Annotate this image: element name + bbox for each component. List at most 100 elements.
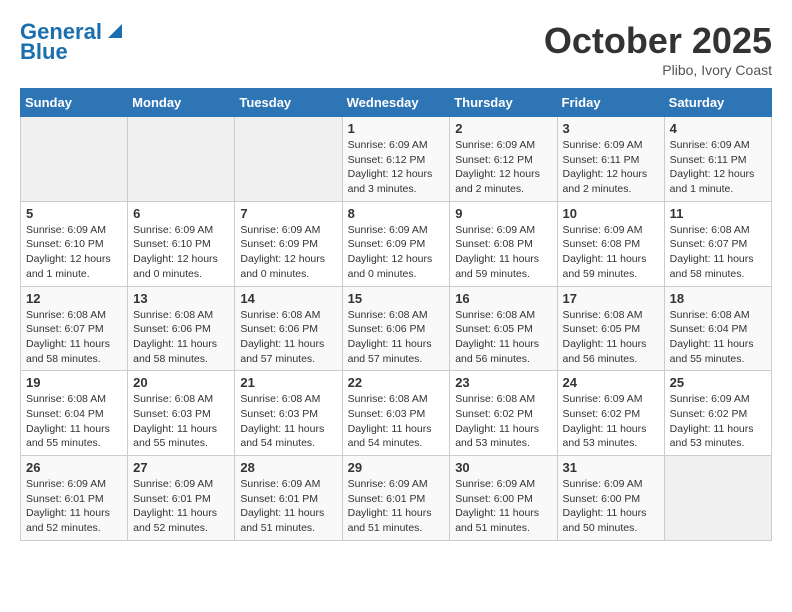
weekday-header-cell: Thursday	[450, 89, 557, 117]
calendar-week-row: 12Sunrise: 6:08 AM Sunset: 6:07 PM Dayli…	[21, 286, 772, 371]
calendar-cell: 25Sunrise: 6:09 AM Sunset: 6:02 PM Dayli…	[664, 371, 771, 456]
day-info: Sunrise: 6:08 AM Sunset: 6:03 PM Dayligh…	[133, 392, 229, 451]
calendar-body: 1 Sunrise: 6:09 AM Sunset: 6:12 PM Daylig…	[21, 117, 772, 541]
page-header: General Blue October 2025 Plibo, Ivory C…	[20, 20, 772, 78]
weekday-header-cell: Saturday	[664, 89, 771, 117]
day-info: Sunrise: 6:08 AM Sunset: 6:06 PM Dayligh…	[348, 308, 445, 367]
day-number: 16	[455, 291, 551, 306]
day-info: Sunrise: 6:09 AM Sunset: 6:08 PM Dayligh…	[563, 223, 659, 282]
day-number: 21	[240, 375, 336, 390]
day-info: Sunrise: 6:09 AM Sunset: 6:01 PM Dayligh…	[240, 477, 336, 536]
day-number: 30	[455, 460, 551, 475]
calendar-cell: 7Sunrise: 6:09 AM Sunset: 6:09 PM Daylig…	[235, 201, 342, 286]
weekday-header-cell: Tuesday	[235, 89, 342, 117]
day-number: 27	[133, 460, 229, 475]
calendar-cell: 5 Sunrise: 6:09 AM Sunset: 6:10 PM Daylig…	[21, 201, 128, 286]
day-number: 5	[26, 206, 122, 221]
title-block: October 2025 Plibo, Ivory Coast	[544, 20, 772, 78]
day-info: Sunrise: 6:09 AM Sunset: 6:08 PM Dayligh…	[455, 223, 551, 282]
logo-blue: Blue	[20, 40, 68, 64]
calendar-week-row: 26 Sunrise: 6:09 AM Sunset: 6:01 PM Dayli…	[21, 456, 772, 541]
logo: General Blue	[20, 20, 122, 64]
day-number: 22	[348, 375, 445, 390]
day-number: 15	[348, 291, 445, 306]
weekday-header-row: SundayMondayTuesdayWednesdayThursdayFrid…	[21, 89, 772, 117]
calendar-cell: 21 Sunrise: 6:08 AM Sunset: 6:03 PM Dayli…	[235, 371, 342, 456]
day-info: Sunrise: 6:08 AM Sunset: 6:03 PM Dayligh…	[240, 392, 336, 451]
day-number: 6	[133, 206, 229, 221]
day-number: 1	[348, 121, 445, 136]
calendar-cell: 4 Sunrise: 6:09 AM Sunset: 6:11 PM Daylig…	[664, 117, 771, 202]
day-number: 24	[563, 375, 659, 390]
day-number: 20	[133, 375, 229, 390]
day-number: 31	[563, 460, 659, 475]
day-number: 7	[240, 206, 336, 221]
calendar-cell: 26 Sunrise: 6:09 AM Sunset: 6:01 PM Dayli…	[21, 456, 128, 541]
day-info: Sunrise: 6:08 AM Sunset: 6:03 PM Dayligh…	[348, 392, 445, 451]
calendar-cell: 6 Sunrise: 6:09 AM Sunset: 6:10 PM Daylig…	[128, 201, 235, 286]
calendar-cell: 13 Sunrise: 6:08 AM Sunset: 6:06 PM Dayli…	[128, 286, 235, 371]
day-info: Sunrise: 6:09 AM Sunset: 6:01 PM Dayligh…	[26, 477, 122, 536]
calendar-cell: 24 Sunrise: 6:09 AM Sunset: 6:02 PM Dayli…	[557, 371, 664, 456]
calendar-cell: 29Sunrise: 6:09 AM Sunset: 6:01 PM Dayli…	[342, 456, 450, 541]
location-subtitle: Plibo, Ivory Coast	[544, 62, 772, 78]
day-info: Sunrise: 6:08 AM Sunset: 6:07 PM Dayligh…	[670, 223, 766, 282]
calendar-cell: 2Sunrise: 6:09 AM Sunset: 6:12 PM Daylig…	[450, 117, 557, 202]
day-info: Sunrise: 6:09 AM Sunset: 6:09 PM Dayligh…	[348, 223, 445, 282]
weekday-header-cell: Monday	[128, 89, 235, 117]
day-info: Sunrise: 6:09 AM Sunset: 6:01 PM Dayligh…	[348, 477, 445, 536]
calendar-cell: 28 Sunrise: 6:09 AM Sunset: 6:01 PM Dayli…	[235, 456, 342, 541]
weekday-header-cell: Sunday	[21, 89, 128, 117]
day-info: Sunrise: 6:09 AM Sunset: 6:00 PM Dayligh…	[563, 477, 659, 536]
calendar-cell: 31 Sunrise: 6:09 AM Sunset: 6:00 PM Dayli…	[557, 456, 664, 541]
day-number: 14	[240, 291, 336, 306]
day-info: Sunrise: 6:09 AM Sunset: 6:10 PM Dayligh…	[133, 223, 229, 282]
day-number: 17	[563, 291, 659, 306]
day-info: Sunrise: 6:08 AM Sunset: 6:06 PM Dayligh…	[240, 308, 336, 367]
day-info: Sunrise: 6:09 AM Sunset: 6:02 PM Dayligh…	[670, 392, 766, 451]
calendar-cell: 23 Sunrise: 6:08 AM Sunset: 6:02 PM Dayli…	[450, 371, 557, 456]
day-number: 13	[133, 291, 229, 306]
logo-arrow-icon	[104, 20, 122, 38]
calendar-cell: 22 Sunrise: 6:08 AM Sunset: 6:03 PM Dayli…	[342, 371, 450, 456]
day-number: 23	[455, 375, 551, 390]
day-number: 12	[26, 291, 122, 306]
calendar-cell: 19Sunrise: 6:08 AM Sunset: 6:04 PM Dayli…	[21, 371, 128, 456]
month-title: October 2025	[544, 20, 772, 62]
day-info: Sunrise: 6:09 AM Sunset: 6:12 PM Dayligh…	[455, 138, 551, 197]
calendar-cell: 10 Sunrise: 6:09 AM Sunset: 6:08 PM Dayli…	[557, 201, 664, 286]
day-info: Sunrise: 6:09 AM Sunset: 6:11 PM Dayligh…	[670, 138, 766, 197]
day-info: Sunrise: 6:08 AM Sunset: 6:06 PM Dayligh…	[133, 308, 229, 367]
calendar-cell: 3Sunrise: 6:09 AM Sunset: 6:11 PM Daylig…	[557, 117, 664, 202]
calendar-cell: 17Sunrise: 6:08 AM Sunset: 6:05 PM Dayli…	[557, 286, 664, 371]
day-info: Sunrise: 6:09 AM Sunset: 6:00 PM Dayligh…	[455, 477, 551, 536]
day-info: Sunrise: 6:09 AM Sunset: 6:10 PM Dayligh…	[26, 223, 122, 282]
day-number: 28	[240, 460, 336, 475]
day-info: Sunrise: 6:08 AM Sunset: 6:05 PM Dayligh…	[455, 308, 551, 367]
day-info: Sunrise: 6:08 AM Sunset: 6:02 PM Dayligh…	[455, 392, 551, 451]
calendar-cell: 14 Sunrise: 6:08 AM Sunset: 6:06 PM Dayli…	[235, 286, 342, 371]
calendar-cell	[664, 456, 771, 541]
day-number: 8	[348, 206, 445, 221]
calendar-cell: 15 Sunrise: 6:08 AM Sunset: 6:06 PM Dayli…	[342, 286, 450, 371]
day-info: Sunrise: 6:09 AM Sunset: 6:02 PM Dayligh…	[563, 392, 659, 451]
calendar-cell: 1 Sunrise: 6:09 AM Sunset: 6:12 PM Daylig…	[342, 117, 450, 202]
calendar-cell: 30 Sunrise: 6:09 AM Sunset: 6:00 PM Dayli…	[450, 456, 557, 541]
day-info: Sunrise: 6:09 AM Sunset: 6:12 PM Dayligh…	[348, 138, 445, 197]
day-number: 11	[670, 206, 766, 221]
calendar-week-row: 5 Sunrise: 6:09 AM Sunset: 6:10 PM Daylig…	[21, 201, 772, 286]
calendar-table: SundayMondayTuesdayWednesdayThursdayFrid…	[20, 88, 772, 541]
day-number: 10	[563, 206, 659, 221]
day-number: 4	[670, 121, 766, 136]
calendar-cell: 9Sunrise: 6:09 AM Sunset: 6:08 PM Daylig…	[450, 201, 557, 286]
calendar-cell	[128, 117, 235, 202]
day-number: 26	[26, 460, 122, 475]
weekday-header-cell: Wednesday	[342, 89, 450, 117]
calendar-cell: 8 Sunrise: 6:09 AM Sunset: 6:09 PM Daylig…	[342, 201, 450, 286]
day-number: 3	[563, 121, 659, 136]
calendar-cell	[235, 117, 342, 202]
day-info: Sunrise: 6:08 AM Sunset: 6:04 PM Dayligh…	[670, 308, 766, 367]
calendar-cell: 11 Sunrise: 6:08 AM Sunset: 6:07 PM Dayli…	[664, 201, 771, 286]
calendar-cell: 27Sunrise: 6:09 AM Sunset: 6:01 PM Dayli…	[128, 456, 235, 541]
calendar-cell	[21, 117, 128, 202]
